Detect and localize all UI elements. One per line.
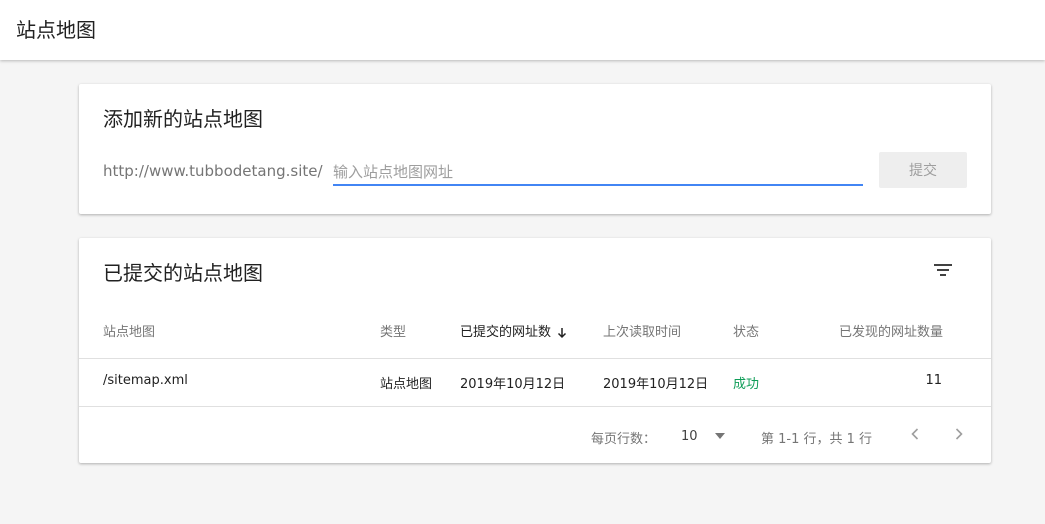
filter-icon xyxy=(934,264,952,276)
column-header-submitted[interactable]: 已提交的网址数 xyxy=(460,321,567,340)
submit-button[interactable]: 提交 xyxy=(879,152,967,188)
cell-status: 成功 xyxy=(733,377,760,392)
rows-per-page-select[interactable]: 10 xyxy=(681,426,729,446)
cell-sitemap: /sitemap.xml xyxy=(103,373,188,388)
column-header-sitemap[interactable]: 站点地图 xyxy=(103,321,155,340)
cell-discovered: 11 xyxy=(925,373,942,388)
rows-per-page-value: 10 xyxy=(681,428,698,444)
cell-last-read: 2019年10月12日 xyxy=(603,377,709,392)
sitemap-url-input[interactable] xyxy=(333,160,863,186)
top-bar: 站点地图 xyxy=(0,0,1045,60)
pagination-range: 第 1-1 行，共 1 行 xyxy=(761,432,873,447)
header-divider xyxy=(79,358,991,359)
url-prefix: http://www.tubbodetang.site/ xyxy=(103,162,323,180)
column-header-type[interactable]: 类型 xyxy=(380,321,406,340)
next-page-button[interactable] xyxy=(947,422,971,446)
add-sitemap-card: 添加新的站点地图 http://www.tubbodetang.site/ 提交 xyxy=(79,84,991,214)
cell-type: 站点地图 xyxy=(380,377,433,392)
row-divider xyxy=(79,406,991,407)
submitted-sitemaps-title: 已提交的站点地图 xyxy=(103,261,263,285)
caret-down-icon xyxy=(714,433,725,439)
filter-button[interactable] xyxy=(927,254,959,286)
arrow-down-icon xyxy=(557,327,567,338)
previous-page-button[interactable] xyxy=(903,422,927,446)
submitted-sitemaps-card: 已提交的站点地图 站点地图 类型 已提交的网址数 上次读取时间 状态 已发现的网… xyxy=(79,238,991,463)
column-header-status[interactable]: 状态 xyxy=(733,321,759,340)
page-title: 站点地图 xyxy=(16,18,96,42)
chevron-left-icon xyxy=(911,428,919,440)
chevron-right-icon xyxy=(955,428,963,440)
column-header-submitted-label: 已提交的网址数 xyxy=(460,325,552,340)
add-sitemap-title: 添加新的站点地图 xyxy=(103,107,263,131)
rows-per-page-label: 每页行数： xyxy=(591,432,657,447)
column-header-discovered[interactable]: 已发现的网址数量 xyxy=(839,321,943,340)
cell-submitted: 2019年10月12日 xyxy=(460,377,566,392)
column-header-last-read[interactable]: 上次读取时间 xyxy=(603,321,681,340)
